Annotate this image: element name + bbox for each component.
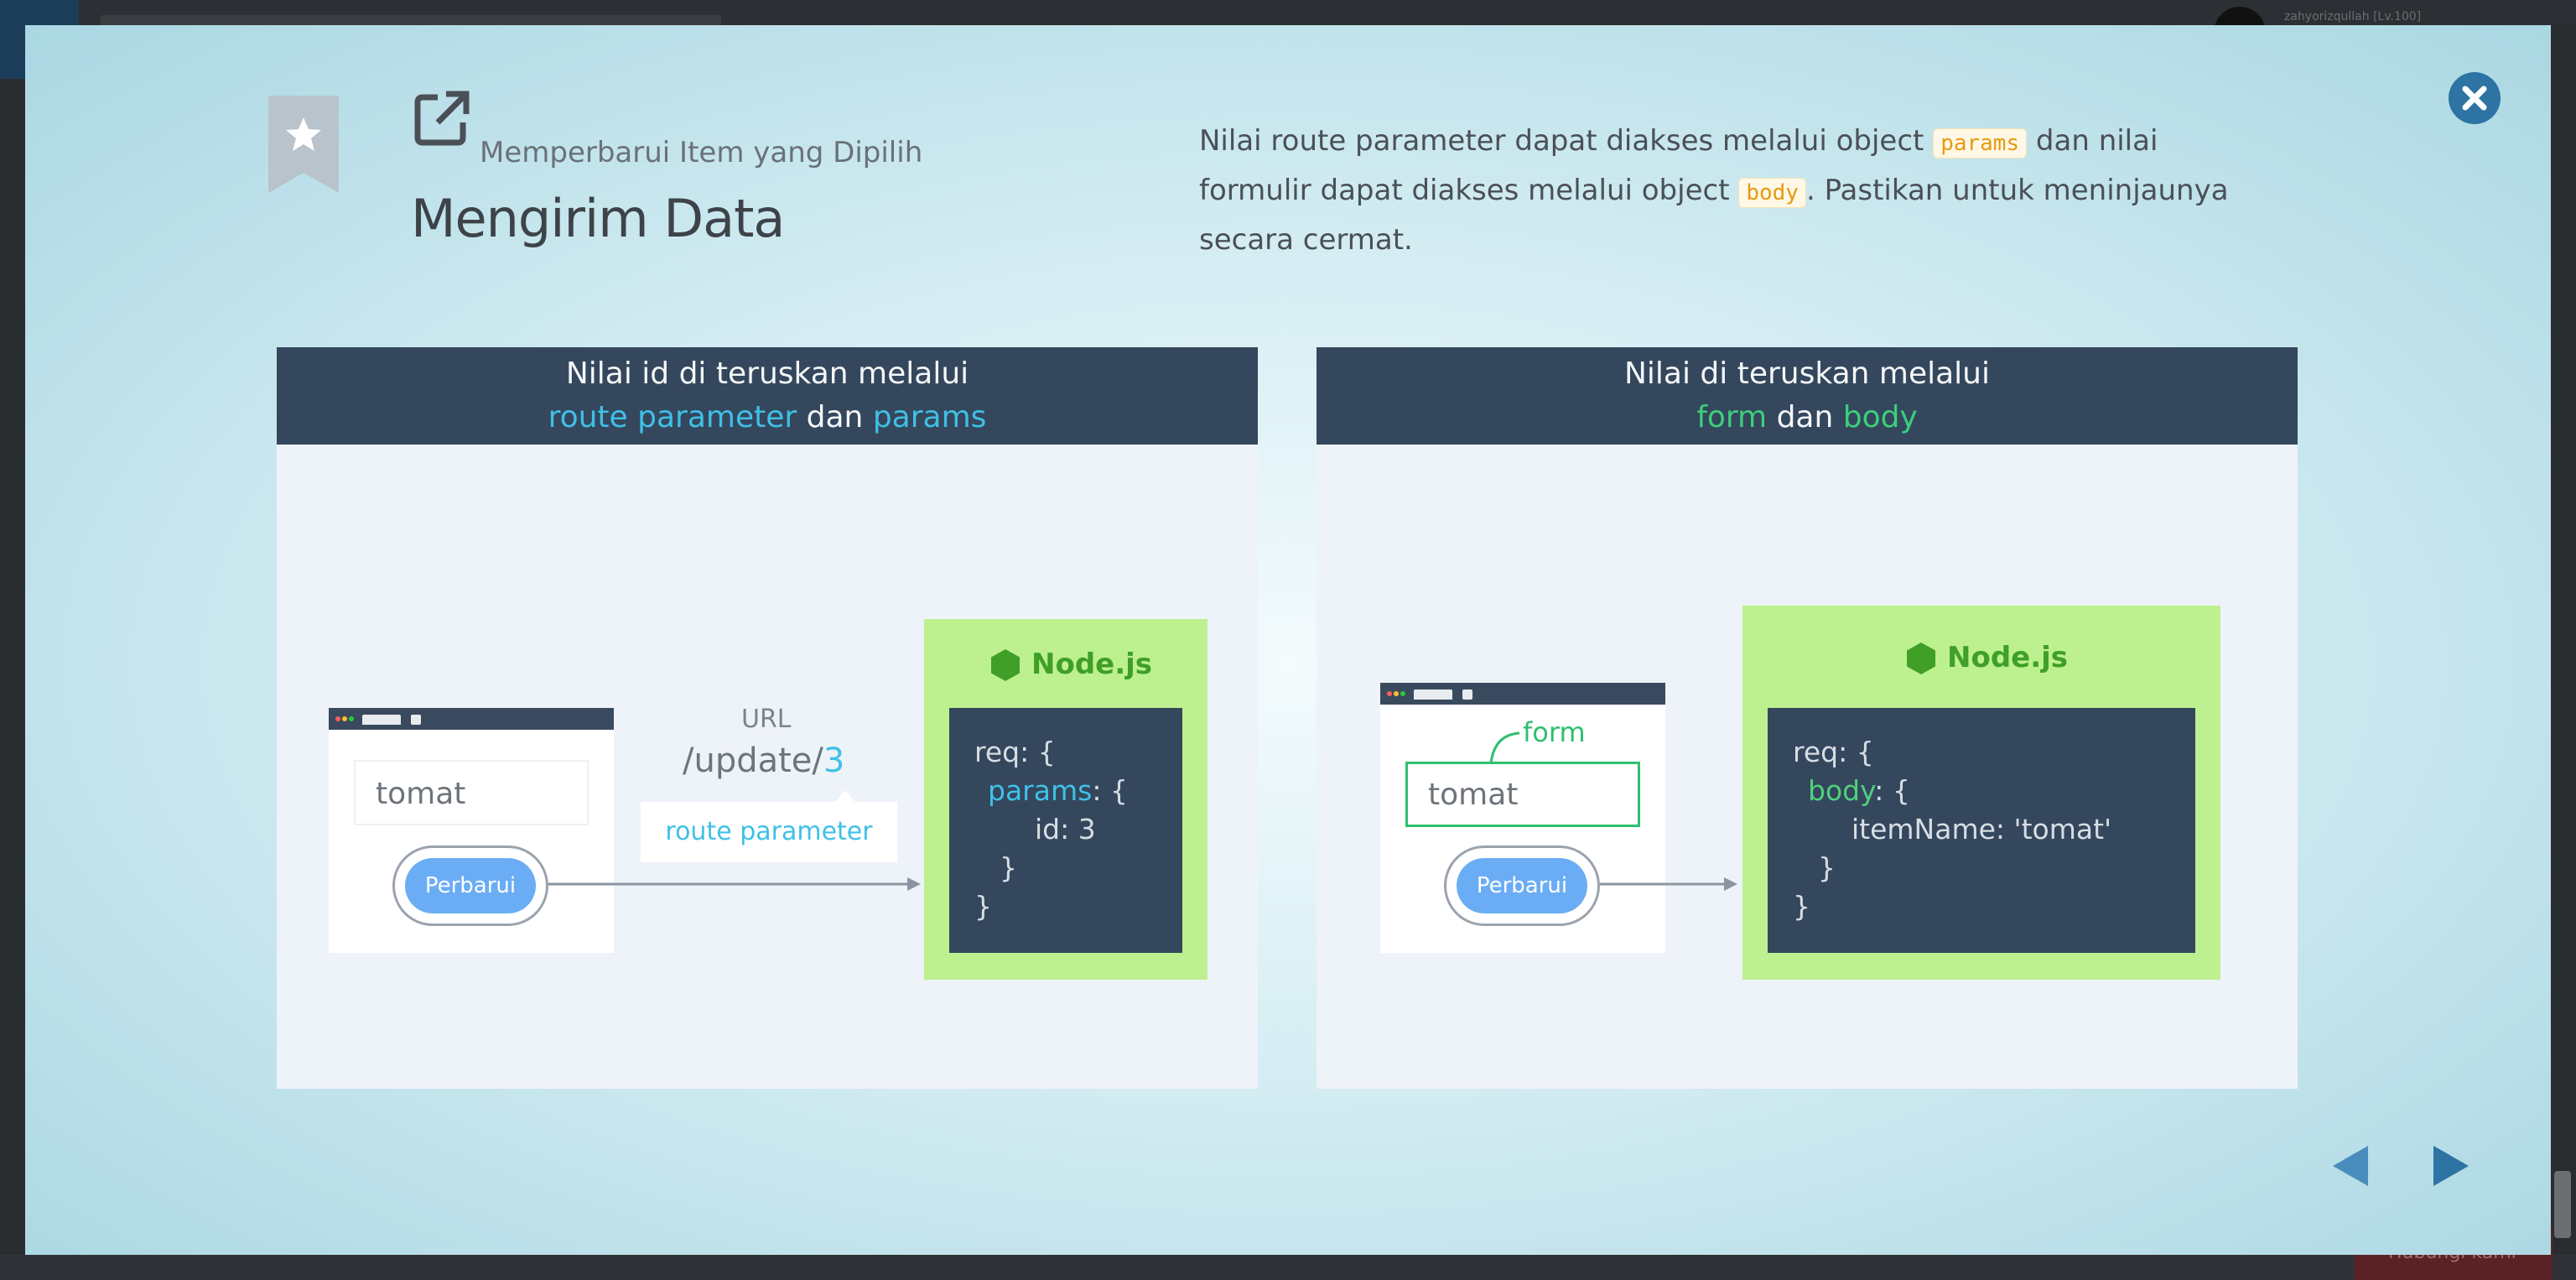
request-code-block: req: { body: { itemName: 'tomat' } } bbox=[1768, 708, 2195, 953]
code-line: } bbox=[1793, 890, 1810, 923]
page-title: Mengirim Data bbox=[411, 188, 785, 249]
nodejs-label: Node.js bbox=[1031, 648, 1153, 681]
code-rest: : { bbox=[1874, 774, 1910, 807]
code-params: params bbox=[1933, 128, 2028, 159]
background-tab bbox=[101, 15, 721, 25]
code-line: } bbox=[1000, 851, 1017, 884]
nodejs-server-box: Node.js req: { params: { id: 3 } } bbox=[924, 619, 1208, 980]
code-line: req: { bbox=[974, 736, 1056, 768]
page-subtitle: Memperbarui Item yang Dipilih bbox=[480, 136, 923, 169]
code-line: body: { bbox=[1808, 772, 1910, 810]
code-line: params: { bbox=[988, 772, 1128, 810]
triangle-right-icon[interactable] bbox=[2430, 1144, 2472, 1188]
triangle-left-icon[interactable] bbox=[2329, 1144, 2371, 1188]
code-line: } bbox=[1818, 851, 1836, 884]
description-text: Nilai route parameter dapat diakses mela… bbox=[1199, 117, 2247, 263]
code-line: itemName: 'tomat' bbox=[1852, 813, 2112, 846]
code-body: body bbox=[1738, 178, 1806, 208]
code-key-params: params bbox=[988, 774, 1093, 807]
nodejs-server-box: Node.js req: { body: { itemName: 'tomat'… bbox=[1742, 606, 2220, 980]
background-bottombar bbox=[0, 1255, 2576, 1280]
route-parameter-tooltip: route parameter bbox=[641, 802, 897, 862]
close-button[interactable] bbox=[2449, 72, 2501, 124]
bookmark-star-icon[interactable] bbox=[268, 96, 339, 193]
code-line: id: 3 bbox=[1035, 813, 1096, 846]
nodejs-hexagon-icon bbox=[991, 649, 1020, 681]
desc-part1: Nilai route parameter dapat diakses mela… bbox=[1199, 124, 1934, 158]
request-code-block: req: { params: { id: 3 } } bbox=[949, 708, 1182, 953]
close-icon bbox=[2462, 86, 2487, 111]
code-rest: : { bbox=[1092, 774, 1128, 807]
nodejs-label: Node.js bbox=[1947, 641, 2069, 674]
code-key-body: body bbox=[1808, 774, 1875, 807]
external-link-icon bbox=[414, 91, 470, 146]
code-line: req: { bbox=[1793, 736, 1874, 768]
user-label: zahyorizqullah [Lv.100] bbox=[2284, 10, 2422, 23]
panel-form-body: Nilai di teruskan melalui form dan body … bbox=[1317, 347, 2298, 1089]
modal-dialog: Memperbarui Item yang Dipilih Mengirim D… bbox=[25, 25, 2551, 1255]
code-line: } bbox=[974, 890, 992, 923]
panel-route-parameter: Nilai id di teruskan melalui route param… bbox=[277, 347, 1258, 1089]
scrollbar-thumb[interactable] bbox=[2554, 1171, 2571, 1238]
nodejs-hexagon-icon bbox=[1907, 643, 1935, 674]
